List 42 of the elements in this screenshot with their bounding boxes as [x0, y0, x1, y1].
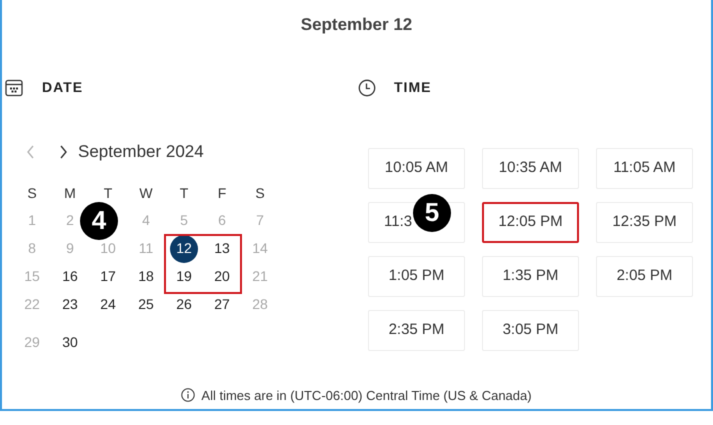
time-slot-button[interactable]: 10:05 AM: [368, 148, 465, 188]
month-label: September 2024: [78, 140, 204, 163]
weekday-label: S: [26, 184, 38, 203]
time-slot-button[interactable]: 11:05 AM: [596, 148, 693, 188]
calendar-icon: [5, 78, 23, 96]
time-slot-button[interactable]: 2:05 PM: [596, 256, 693, 296]
calendar-day[interactable]: 18: [138, 266, 154, 287]
time-slot-button[interactable]: 10:35 AM: [482, 148, 579, 188]
calendar-day[interactable]: 23: [62, 294, 78, 315]
calendar-day[interactable]: 24: [100, 294, 116, 315]
weekday-label: T: [178, 184, 190, 203]
calendar-day[interactable]: 16: [62, 266, 78, 287]
calendar-day[interactable]: 13: [214, 238, 230, 259]
timezone-note: All times are in (UTC-06:00) Central Time (US & Canada): [201, 386, 532, 405]
calendar-day[interactable]: 26: [176, 294, 192, 315]
time-slot-button[interactable]: 1:35 PM: [482, 256, 579, 296]
time-slot-button[interactable]: 1:05 PM: [368, 256, 465, 296]
calendar-day[interactable]: 27: [214, 294, 230, 315]
time-slot-button[interactable]: 3:05 PM: [482, 310, 579, 350]
calendar-day[interactable]: 25: [138, 294, 154, 315]
weekday-label: M: [63, 184, 77, 203]
time-slot-button[interactable]: 12:35 PM: [596, 202, 693, 242]
chevron-left-icon: [26, 144, 34, 158]
weekday-label: F: [216, 184, 228, 203]
calendar-day[interactable]: 17: [100, 266, 116, 287]
calendar-day[interactable]: 30: [62, 332, 78, 353]
weekday-label: S: [254, 184, 266, 203]
weekday-label: T: [102, 184, 114, 203]
window-title: September 12: [300, 14, 412, 36]
calendar-day[interactable]: 20: [214, 266, 230, 287]
info-icon: [181, 388, 196, 402]
weekday-label: W: [138, 184, 154, 203]
callout-badge: 5: [413, 194, 451, 232]
section-heading: DATE: [42, 78, 84, 97]
clock-icon: [358, 78, 376, 96]
calendar-day[interactable]: 19: [176, 266, 192, 287]
callout-badge: 4: [80, 202, 118, 240]
time-slot-button[interactable]: 12:05 PM: [482, 202, 579, 242]
section-heading: TIME: [394, 78, 432, 97]
chevron-right-icon: [58, 144, 68, 158]
time-slot-button[interactable]: 2:35 PM: [368, 310, 465, 350]
selected-day[interactable]: 12: [170, 234, 198, 262]
